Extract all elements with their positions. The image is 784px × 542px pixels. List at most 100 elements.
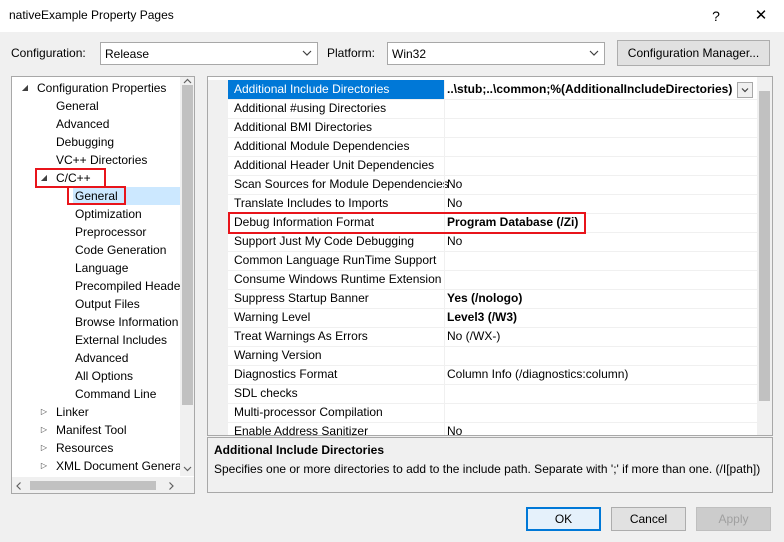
tree-item-label: Linker: [56, 405, 89, 419]
property-value[interactable]: ..\stub;..\common;%(AdditionalIncludeDir…: [447, 80, 732, 99]
row-gutter: [208, 118, 228, 137]
value-dropdown-button[interactable]: [737, 82, 753, 98]
property-row[interactable]: SDL checks: [208, 384, 757, 404]
tree-item[interactable]: Output Files: [12, 295, 180, 313]
scroll-left-icon[interactable]: [14, 481, 24, 491]
tree-item[interactable]: Optimization: [12, 205, 180, 223]
row-gutter: [208, 213, 228, 232]
property-row[interactable]: Warning Version: [208, 346, 757, 366]
tree-item[interactable]: ◢ Configuration Properties: [12, 79, 180, 97]
close-button[interactable]: ✕: [743, 0, 779, 32]
scroll-right-icon[interactable]: [166, 481, 176, 491]
property-value[interactable]: Column Info (/diagnostics:column): [447, 365, 628, 384]
property-row[interactable]: Additional Module Dependencies: [208, 137, 757, 157]
expanded-triangle-icon[interactable]: ◢: [20, 79, 30, 97]
tree-item[interactable]: Advanced: [12, 115, 180, 133]
tree-item[interactable]: External Includes: [12, 331, 180, 349]
scroll-up-icon[interactable]: [182, 77, 193, 85]
tree-item[interactable]: General: [12, 97, 180, 115]
tree-item[interactable]: ▷ Resources: [12, 439, 180, 457]
property-row[interactable]: Support Just My Code Debugging No: [208, 232, 757, 252]
tree-item[interactable]: ▷ Linker: [12, 403, 180, 421]
property-row[interactable]: Diagnostics Format Column Info (/diagnost…: [208, 365, 757, 385]
tree-item[interactable]: Command Line: [12, 385, 180, 403]
tree-item-label: Browse Information: [75, 315, 179, 329]
property-row[interactable]: Warning Level Level3 (/W3): [208, 308, 757, 328]
collapsed-triangle-icon[interactable]: ▷: [39, 439, 49, 457]
tree-item[interactable]: VC++ Directories: [12, 151, 180, 169]
grid-vertical-scroll-thumb[interactable]: [759, 91, 770, 401]
ok-button[interactable]: OK: [526, 507, 601, 531]
tree-item-label: External Includes: [75, 333, 168, 347]
column-divider: [444, 118, 445, 137]
tree-item-label: Language: [75, 261, 129, 275]
configuration-manager-button[interactable]: Configuration Manager...: [617, 40, 770, 66]
property-value[interactable]: No: [447, 194, 462, 213]
platform-value: Win32: [392, 47, 427, 61]
tree-item[interactable]: Preprocessor: [12, 223, 180, 241]
collapsed-triangle-icon[interactable]: ▷: [39, 403, 49, 421]
row-gutter: [208, 346, 228, 365]
property-value[interactable]: No: [447, 422, 462, 435]
tree-item[interactable]: Precompiled Heade: [12, 277, 180, 295]
column-divider: [444, 99, 445, 118]
tree-item[interactable]: Language: [12, 259, 180, 277]
property-row[interactable]: Common Language RunTime Support: [208, 251, 757, 271]
tree-item-label: Precompiled Heade: [75, 279, 181, 293]
column-divider: [444, 175, 445, 194]
property-row[interactable]: Scan Sources for Module Dependencies No: [208, 175, 757, 195]
property-row[interactable]: Translate Includes to Imports No: [208, 194, 757, 214]
column-divider: [444, 232, 445, 251]
cancel-button[interactable]: Cancel: [611, 507, 686, 531]
property-row[interactable]: Enable Address Sanitizer No: [208, 422, 757, 436]
column-divider: [444, 251, 445, 270]
tree-horizontal-scroll-thumb[interactable]: [30, 481, 156, 490]
column-divider: [444, 327, 445, 346]
tree-item[interactable]: ▷ Manifest Tool: [12, 421, 180, 439]
row-gutter: [208, 365, 228, 384]
highlight-box-general: [67, 186, 126, 205]
tree-item[interactable]: Advanced: [12, 349, 180, 367]
row-gutter: [208, 80, 228, 99]
configuration-label: Configuration:: [11, 46, 86, 60]
property-value[interactable]: Level3 (/W3): [447, 308, 517, 327]
row-gutter: [208, 99, 228, 118]
column-divider: [444, 346, 445, 365]
chevron-down-icon: [589, 50, 599, 56]
property-value[interactable]: No: [447, 175, 462, 194]
category-tree[interactable]: ◢ Configuration Properties General Advanced…: [11, 76, 195, 494]
property-row[interactable]: Additional Include Directories ..\stub;..…: [208, 80, 757, 100]
configuration-combo[interactable]: Release: [100, 42, 318, 65]
tree-item[interactable]: ▷ XML Document Genera: [12, 457, 182, 475]
property-row[interactable]: Multi-processor Compilation: [208, 403, 757, 423]
property-name: Warning Level: [234, 310, 311, 324]
collapsed-triangle-icon[interactable]: ▷: [39, 457, 49, 475]
property-name: Enable Address Sanitizer: [234, 424, 369, 436]
property-row[interactable]: Additional #using Directories: [208, 99, 757, 119]
column-divider: [444, 289, 445, 308]
tree-vertical-scroll-thumb[interactable]: [182, 85, 193, 405]
platform-combo[interactable]: Win32: [387, 42, 605, 65]
property-grid[interactable]: Additional Include Directories ..\stub;..…: [207, 76, 773, 436]
collapsed-triangle-icon[interactable]: ▷: [39, 421, 49, 439]
apply-button[interactable]: Apply: [696, 507, 771, 531]
property-row[interactable]: Consume Windows Runtime Extension: [208, 270, 757, 290]
tree-item[interactable]: All Options: [12, 367, 180, 385]
property-value[interactable]: No (/WX-): [447, 327, 500, 346]
property-row[interactable]: Additional Header Unit Dependencies: [208, 156, 757, 176]
property-row[interactable]: Additional BMI Directories: [208, 118, 757, 138]
scroll-down-icon[interactable]: [182, 464, 193, 474]
help-button[interactable]: ?: [700, 0, 732, 32]
tree-item-label: Resources: [56, 441, 114, 455]
column-divider: [444, 156, 445, 175]
property-value[interactable]: Yes (/nologo): [447, 289, 522, 308]
tree-item[interactable]: Debugging: [12, 133, 180, 151]
property-value[interactable]: No: [447, 232, 462, 251]
property-row[interactable]: Suppress Startup Banner Yes (/nologo): [208, 289, 757, 309]
column-divider: [444, 80, 445, 99]
tree-item[interactable]: Browse Information: [12, 313, 180, 331]
property-row[interactable]: Treat Warnings As Errors No (/WX-): [208, 327, 757, 347]
property-name: Multi-processor Compilation: [234, 405, 383, 419]
tree-item[interactable]: Code Generation: [12, 241, 180, 259]
tree-item-label: Output Files: [75, 297, 140, 311]
